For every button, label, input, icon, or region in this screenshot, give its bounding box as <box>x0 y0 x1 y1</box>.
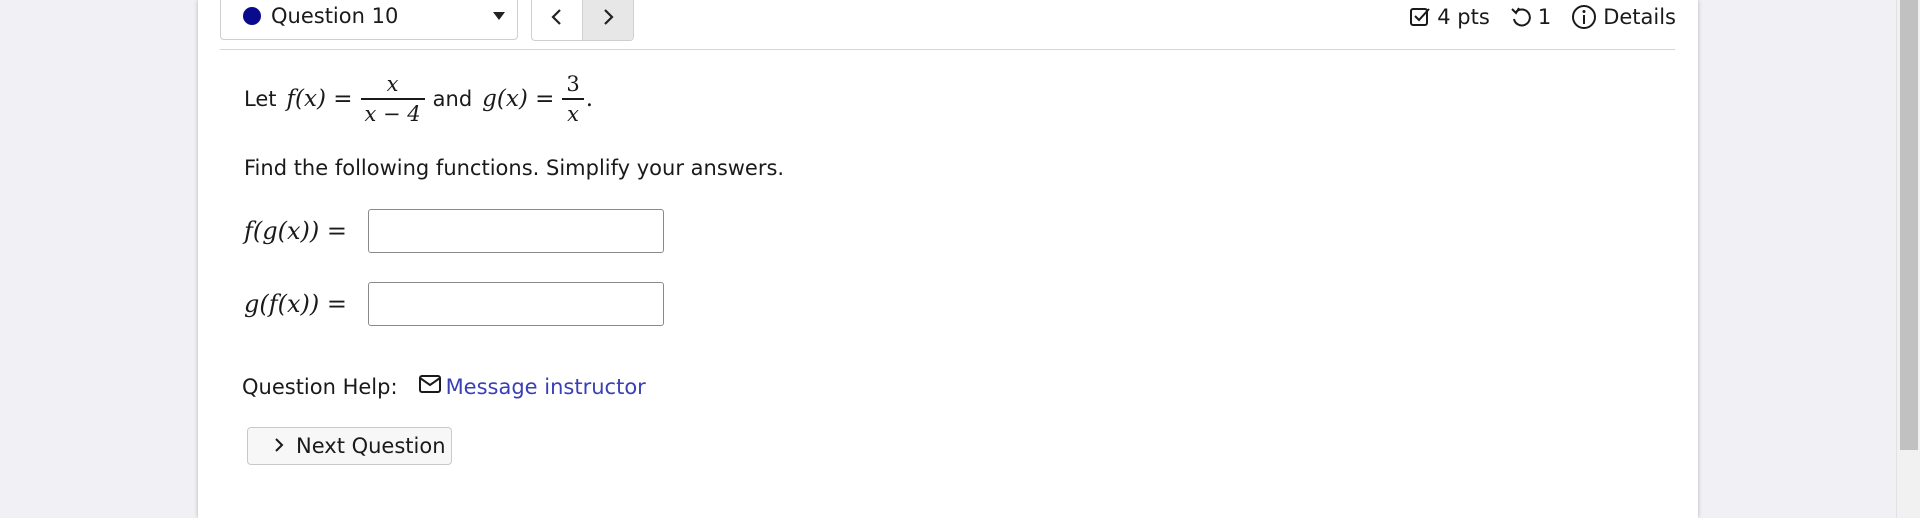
chevron-right-icon <box>274 434 284 458</box>
caret-down-icon <box>493 12 505 20</box>
f-numerator: x <box>386 72 399 96</box>
answer-row-fg: f(g(x)) = <box>244 209 664 253</box>
details-link[interactable]: Details <box>1603 5 1676 29</box>
next-question-arrow-button[interactable] <box>582 0 633 40</box>
g-fraction: 3 x <box>562 70 584 128</box>
question-help: Question Help: Message instructor <box>242 374 646 399</box>
attempts-text: 1 <box>1537 5 1552 29</box>
scrollbar-thumb[interactable] <box>1900 0 1918 450</box>
conjunction-text: and <box>432 86 473 111</box>
question-nav <box>531 0 634 41</box>
next-question-label: Next Question <box>296 434 446 458</box>
checkbox-icon <box>1409 6 1431 28</box>
message-instructor-link[interactable]: Message instructor <box>446 375 646 399</box>
answer-input-fg[interactable] <box>368 209 664 253</box>
status-dot-icon <box>243 7 261 25</box>
question-help-label: Question Help: <box>242 374 398 399</box>
question-selector[interactable]: Question 10 <box>220 0 518 40</box>
chevron-right-icon <box>604 8 614 25</box>
answer-input-gf[interactable] <box>368 282 664 326</box>
g-definition-lhs: g(x) = <box>482 85 555 112</box>
intro-text: Let <box>244 86 277 111</box>
retry-icon <box>1510 6 1532 28</box>
next-question-button[interactable]: Next Question <box>247 427 452 465</box>
previous-question-button[interactable] <box>532 0 582 40</box>
answer-label-gf: g(f(x)) = <box>244 290 347 318</box>
question-meta: 4 pts 1 Details <box>1409 4 1676 30</box>
f-fraction: x x − 4 <box>360 70 425 128</box>
answer-label-fg: f(g(x)) = <box>244 217 347 245</box>
f-definition-lhs: f(x) = <box>286 85 353 112</box>
f-denominator: x − 4 <box>364 101 421 126</box>
g-denominator: x <box>567 101 580 126</box>
header-divider <box>220 49 1675 50</box>
answer-row-gf: g(f(x)) = <box>244 282 664 326</box>
page-scrollbar[interactable] <box>1896 0 1920 518</box>
problem-statement: Let f(x) = x x − 4 and g(x) = 3 x . <box>244 70 593 128</box>
chevron-left-icon <box>551 8 561 25</box>
points-text: 4 pts <box>1437 5 1490 29</box>
instructions-text: Find the following functions. Simplify y… <box>244 156 785 180</box>
info-icon[interactable] <box>1571 4 1597 30</box>
mail-icon <box>418 374 442 399</box>
question-label: Question 10 <box>271 4 399 28</box>
end-period: . <box>585 85 594 112</box>
g-numerator: 3 <box>566 72 580 96</box>
